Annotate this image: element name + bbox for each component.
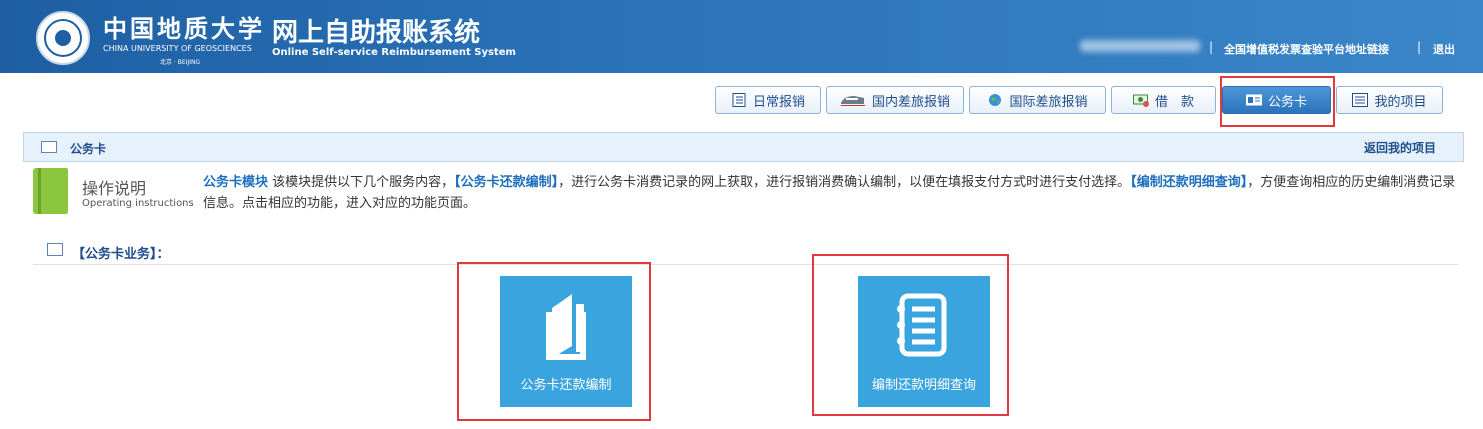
tab-label: 国内差旅报销 bbox=[871, 94, 950, 110]
tab-daily-reimbursement[interactable]: 日常报销 bbox=[715, 86, 821, 114]
highlight-box-tile bbox=[457, 262, 651, 421]
header-banner: 中国地质大学 CHINA UNIVERSITY OF GEOSCIENCES 北… bbox=[0, 0, 1483, 73]
university-city: 北京 · BEIJING bbox=[160, 59, 201, 66]
tab-loan[interactable]: 借 款 bbox=[1111, 86, 1216, 114]
business-icon bbox=[47, 243, 63, 256]
business-title: 【公务卡业务】： bbox=[72, 247, 170, 262]
highlight-box-tile bbox=[812, 254, 1009, 416]
back-to-projects-link[interactable]: 返回我的项目 bbox=[1364, 139, 1436, 156]
instructions-subtitle: Operating instructions bbox=[82, 198, 194, 209]
notebook-icon bbox=[732, 93, 746, 107]
tab-label: 国际差旅报销 bbox=[1009, 94, 1088, 110]
card-icon bbox=[41, 141, 57, 153]
header-separator: | bbox=[1209, 40, 1214, 54]
header-separator: | bbox=[1417, 40, 1422, 54]
university-name-cn: 中国地质大学 bbox=[103, 14, 265, 43]
user-name-blurred bbox=[1080, 40, 1200, 52]
tab-domestic-travel[interactable]: 国内差旅报销 bbox=[826, 86, 964, 114]
section-header: 公务卡 返回我的项目 bbox=[23, 132, 1464, 162]
tab-label: 我的项目 bbox=[1374, 94, 1427, 110]
feature-detail-query: 【编制还款明细查询】 bbox=[1130, 175, 1248, 190]
feature-repayment-compile: 【公务卡还款编制】 bbox=[454, 175, 559, 190]
system-title-en: Online Self-service Reimbursement System bbox=[272, 47, 516, 58]
book-icon bbox=[33, 168, 68, 214]
globe-icon bbox=[989, 94, 1002, 106]
money-icon bbox=[1132, 94, 1149, 107]
university-logo bbox=[36, 11, 90, 65]
university-name-en: CHINA UNIVERSITY OF GEOSCIENCES bbox=[103, 44, 252, 53]
tab-label: 借 款 bbox=[1154, 94, 1194, 110]
logout-link[interactable]: 退出 bbox=[1433, 41, 1455, 57]
instructions-text-part: ，进行公务卡消费记录的网上获取，进行报销消费确认编制，以便在填报支付方式时进行支… bbox=[558, 175, 1131, 190]
tab-international-travel[interactable]: 国际差旅报销 bbox=[969, 86, 1106, 114]
invoice-check-link[interactable]: 全国增值税发票查验平台地址链接 bbox=[1224, 41, 1389, 57]
tab-label: 日常报销 bbox=[752, 94, 805, 110]
section-title: 公务卡 bbox=[70, 142, 107, 156]
tab-my-projects[interactable]: 我的项目 bbox=[1336, 86, 1443, 114]
module-name: 公务卡模块 bbox=[203, 175, 269, 190]
highlight-box-tab bbox=[1220, 76, 1335, 127]
instructions-text: 公务卡模块 该模块提供以下几个服务内容，【公务卡还款编制】，进行公务卡消费记录的… bbox=[203, 172, 1468, 214]
instructions-title: 操作说明 bbox=[82, 179, 147, 198]
list-icon bbox=[1352, 93, 1369, 107]
divider bbox=[33, 264, 1459, 265]
system-title-cn: 网上自助报账系统 bbox=[272, 18, 481, 48]
instructions-text-part: 该模块提供以下几个服务内容， bbox=[268, 175, 455, 190]
train-icon bbox=[840, 96, 865, 106]
